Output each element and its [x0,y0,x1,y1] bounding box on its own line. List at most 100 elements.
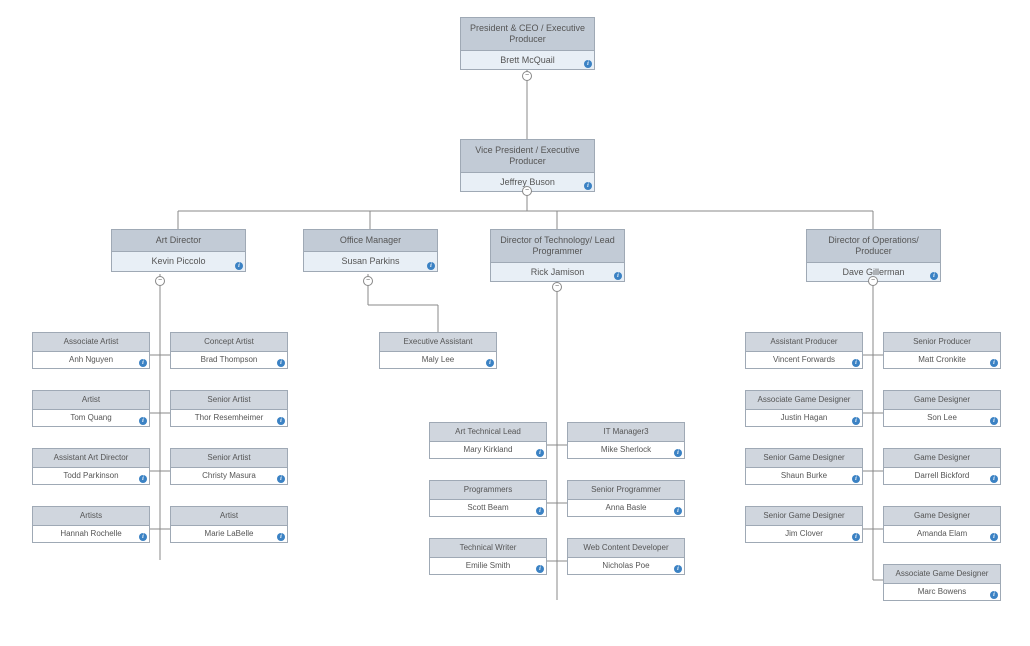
info-icon[interactable]: i [990,359,998,367]
info-icon[interactable]: i [277,533,285,541]
node-name: Amanda Elami [884,526,1000,542]
info-icon[interactable]: i [852,359,860,367]
org-node[interactable]: Associate Game Designer Justin Hagani [745,390,863,427]
org-node[interactable]: Web Content Developer Nicholas Poei [567,538,685,575]
info-icon[interactable]: i [990,417,998,425]
info-icon[interactable]: i [235,262,243,270]
org-node[interactable]: Senior Producer Matt Cronkitei [883,332,1001,369]
org-node[interactable]: Artist Tom Quangi [32,390,150,427]
org-node[interactable]: Artists Hannah Rochellei [32,506,150,543]
info-icon[interactable]: i [536,565,544,573]
org-node[interactable]: Concept Artist Brad Thompsoni [170,332,288,369]
org-node[interactable]: Senior Game Designer Shaun Burkei [745,448,863,485]
node-name: Hannah Rochellei [33,526,149,542]
node-name: Christy Masurai [171,468,287,484]
info-icon[interactable]: i [674,449,682,457]
info-icon[interactable]: i [852,475,860,483]
org-node[interactable]: Executive Assistant Maly Leei [379,332,497,369]
info-icon[interactable]: i [536,449,544,457]
info-icon[interactable]: i [674,565,682,573]
info-icon[interactable]: i [674,507,682,515]
node-title: Senior Game Designer [746,449,862,468]
org-node-office-manager[interactable]: Office Manager Susan Parkins i [303,229,438,272]
info-icon[interactable]: i [277,417,285,425]
node-title: Senior Game Designer [746,507,862,526]
node-title: Game Designer [884,507,1000,526]
org-node-dir-ops[interactable]: Director of Operations/ Producer Dave Gi… [806,229,941,282]
node-name: Emilie Smithi [430,558,546,574]
info-icon[interactable]: i [536,507,544,515]
node-title: Associate Artist [33,333,149,352]
org-node[interactable]: Senior Game Designer Jim Cloveri [745,506,863,543]
org-node-dir-tech[interactable]: Director of Technology/ Lead Programmer … [490,229,625,282]
info-icon[interactable]: i [852,533,860,541]
collapse-toggle[interactable]: − [363,276,373,286]
node-title: Associate Game Designer [884,565,1000,584]
node-title: President & CEO / Executive Producer [461,18,594,51]
node-name: Mike Sherlocki [568,442,684,458]
node-name: Scott Beami [430,500,546,516]
node-name: Thor Resemheimeri [171,410,287,426]
node-title: Senior Producer [884,333,1000,352]
org-node-vp[interactable]: Vice President / Executive Producer Jeff… [460,139,595,192]
node-title: Game Designer [884,391,1000,410]
node-title: Artist [171,507,287,526]
org-node[interactable]: Associate Artist Anh Nguyeni [32,332,150,369]
node-name: Brad Thompsoni [171,352,287,368]
info-icon[interactable]: i [486,359,494,367]
org-node[interactable]: Assistant Art Director Todd Parkinsoni [32,448,150,485]
collapse-toggle[interactable]: − [552,282,562,292]
node-title: Assistant Art Director [33,449,149,468]
node-title: Art Technical Lead [430,423,546,442]
info-icon[interactable]: i [990,533,998,541]
org-node-art-director[interactable]: Art Director Kevin Piccolo i [111,229,246,272]
org-node[interactable]: Game Designer Darrell Bickfordi [883,448,1001,485]
org-node[interactable]: Technical Writer Emilie Smithi [429,538,547,575]
org-node[interactable]: Game Designer Son Leei [883,390,1001,427]
org-node[interactable]: Game Designer Amanda Elami [883,506,1001,543]
info-icon[interactable]: i [852,417,860,425]
org-node[interactable]: Senior Artist Thor Resemheimeri [170,390,288,427]
org-node[interactable]: Artist Marie LaBellei [170,506,288,543]
info-icon[interactable]: i [277,475,285,483]
node-name: Anh Nguyeni [33,352,149,368]
collapse-toggle[interactable]: − [868,276,878,286]
node-name: Mary Kirklandi [430,442,546,458]
info-icon[interactable]: i [584,182,592,190]
node-name: Nicholas Poei [568,558,684,574]
org-node[interactable]: Programmers Scott Beami [429,480,547,517]
org-node[interactable]: IT Manager3 Mike Sherlocki [567,422,685,459]
org-node[interactable]: Senior Artist Christy Masurai [170,448,288,485]
node-title: Artists [33,507,149,526]
node-title: Associate Game Designer [746,391,862,410]
org-node[interactable]: Senior Programmer Anna Baslei [567,480,685,517]
info-icon[interactable]: i [139,417,147,425]
info-icon[interactable]: i [584,60,592,68]
info-icon[interactable]: i [990,591,998,599]
node-name: Kevin Piccolo i [112,252,245,271]
node-title: Artist [33,391,149,410]
org-node-ceo[interactable]: President & CEO / Executive Producer Bre… [460,17,595,70]
org-node[interactable]: Art Technical Lead Mary Kirklandi [429,422,547,459]
collapse-toggle[interactable]: − [522,186,532,196]
collapse-toggle[interactable]: − [522,71,532,81]
collapse-toggle[interactable]: − [155,276,165,286]
node-name: Jim Cloveri [746,526,862,542]
node-title: Director of Technology/ Lead Programmer [491,230,624,263]
node-title: Programmers [430,481,546,500]
info-icon[interactable]: i [614,272,622,280]
info-icon[interactable]: i [990,475,998,483]
org-node[interactable]: Assistant Producer Vincent Forwardsi [745,332,863,369]
info-icon[interactable]: i [139,533,147,541]
info-icon[interactable]: i [930,272,938,280]
info-icon[interactable]: i [139,359,147,367]
node-title: Director of Operations/ Producer [807,230,940,263]
node-name: Vincent Forwardsi [746,352,862,368]
node-name: Susan Parkins i [304,252,437,271]
node-name: Justin Hagani [746,410,862,426]
org-node[interactable]: Associate Game Designer Marc Bowensi [883,564,1001,601]
info-icon[interactable]: i [277,359,285,367]
info-icon[interactable]: i [139,475,147,483]
node-name: Todd Parkinsoni [33,468,149,484]
info-icon[interactable]: i [427,262,435,270]
